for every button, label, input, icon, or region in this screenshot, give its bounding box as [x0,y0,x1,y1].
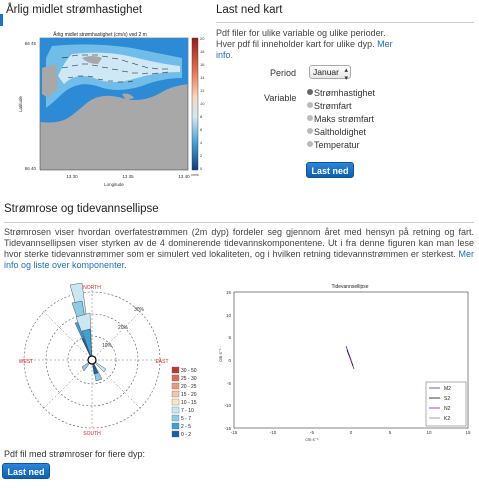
download-map-description: Pdf filer for ulike variable og ulike pe… [216,28,393,60]
variable-option-temperature[interactable]: Temperatur [307,140,360,150]
svg-text:S2: S2 [444,396,450,402]
map-ytick-top: 66 45 [25,41,37,46]
svg-text:8: 8 [200,114,203,119]
svg-text:18: 18 [200,49,205,54]
section-title-current-speed: Årlig midlet strømhastighet [6,4,143,16]
variable-option-current[interactable]: Strømfart [307,101,352,111]
svg-text:-10: -10 [270,430,277,435]
section-title-rose: Strømrose og tidevannsellipse [4,203,159,215]
download-map-title: Last ned kart [216,4,283,16]
ellipse-xlabel: cm s⁻¹ [305,437,319,442]
rose-pdf-label: Pdf fil med strømroser for fiere dyp: [4,449,146,459]
select-arrows-icon: ▴ ▾ [344,67,348,82]
map-ytick-bottom: 66 40 [25,166,37,171]
svg-text:15: 15 [465,430,471,435]
radio-icon[interactable] [307,89,313,95]
svg-text:0 - 2: 0 - 2 [181,432,191,438]
svg-text:-15: -15 [224,426,231,431]
svg-text:2: 2 [200,153,203,158]
svg-text:5 - 7: 5 - 7 [181,416,191,422]
svg-text:30 - 50: 30 - 50 [181,368,197,374]
variable-option-max-current[interactable]: Maks strømfart [307,114,374,124]
ellipse-yticks: 15 10 5 0 -5 -10 -15 [224,290,231,431]
ellipse-xticks: -15 -10 -5 0 5 10 15 [231,430,471,435]
svg-text:10 - 15: 10 - 15 [181,400,197,406]
svg-text:2 - 5: 2 - 5 [181,424,191,430]
tidal-ellipse-plot: Tidevannsellipse -15 -10 -5 0 5 10 15 cm… [218,284,471,442]
download-rose-button[interactable]: Last ned [2,463,50,479]
download-map-button[interactable]: Last ned [306,162,354,178]
svg-text:15: 15 [226,290,232,295]
section-accent [0,14,3,26]
svg-text:20 - 25: 20 - 25 [181,384,197,390]
svg-text:7 - 10: 7 - 10 [181,408,194,414]
svg-text:-15: -15 [231,430,238,435]
radio-icon[interactable] [307,141,313,147]
svg-text:5: 5 [389,430,392,435]
rose-ring-10: 10% [102,343,113,349]
rose-petals [69,283,107,382]
rose-ring-30: 30% [134,307,145,313]
map-ylabel: Latitude [18,95,23,112]
ellipse-ylabel: cm s⁻¹ [218,348,223,362]
svg-text:M2: M2 [444,386,451,392]
svg-text:10: 10 [226,313,232,318]
divider [216,22,474,23]
divider [4,222,474,223]
svg-text:4: 4 [200,140,203,145]
rose-ring-20: 20% [118,325,129,331]
svg-text:N2: N2 [444,406,451,412]
rose-description: Strømrosen viser hvordan overfatestrømme… [4,227,474,270]
svg-text:20: 20 [200,36,205,41]
variable-option-salinity[interactable]: Saltholdighet [307,127,366,137]
variable-option-speed[interactable]: Strømhastighet [307,88,375,98]
map-colorbar [191,37,199,171]
period-value: Januar [313,67,339,77]
period-select[interactable]: Januar ▴ ▾ [309,65,351,82]
svg-text:16: 16 [200,62,205,67]
svg-text:-5: -5 [227,381,231,386]
current-speed-map: Årlig midlet strømhastighet (cm/s) ved 2… [18,31,205,187]
ellipse-title: Tidevannsellipse [331,284,368,290]
rose-center [87,355,97,365]
period-label: Period [270,68,297,78]
svg-text:6: 6 [200,127,203,132]
rose-south: SOUTH [83,431,101,437]
svg-text:15 - 20: 15 - 20 [181,392,197,398]
rose-north: NORTH [83,285,101,291]
svg-text:0: 0 [350,430,353,435]
variable-label: Variable [264,93,297,103]
colorbar-ticks: 20 18 16 14 12 10 8 6 4 2 0 [200,36,205,171]
rose-east: EAST [155,359,168,365]
rose-legend: 30 - 50 25 - 30 20 - 25 15 - 20 10 - 15 … [171,366,197,438]
svg-text:25 - 30: 25 - 30 [181,376,197,382]
map-xtick-2: 13 35 [122,174,134,179]
svg-text:12: 12 [200,88,205,93]
svg-text:10: 10 [426,430,432,435]
svg-text:0: 0 [228,358,231,363]
radio-icon[interactable] [307,128,313,134]
svg-text:10: 10 [200,101,205,106]
rose-west: WEST [19,359,33,365]
radio-icon[interactable] [307,102,313,108]
svg-text:0: 0 [200,166,203,171]
svg-text:K2: K2 [444,416,450,422]
map-xtick-1: 13 30 [66,174,78,179]
svg-text:-10: -10 [224,403,231,408]
svg-text:14: 14 [200,75,205,80]
svg-text:5: 5 [228,335,231,340]
map-xlabel: Longitude [104,182,124,187]
svg-text:-5: -5 [310,430,314,435]
current-rose: NORTH SOUTH EAST WEST 10% 20% 30% 30 - 5… [19,283,197,438]
map-xtick-3: 13 40 [178,174,190,179]
radio-icon[interactable] [307,115,313,121]
map-title: Årlig midlet strømhastighet (cm/s) ved 2… [53,31,147,38]
colorbar-label: cm/s [191,173,199,177]
